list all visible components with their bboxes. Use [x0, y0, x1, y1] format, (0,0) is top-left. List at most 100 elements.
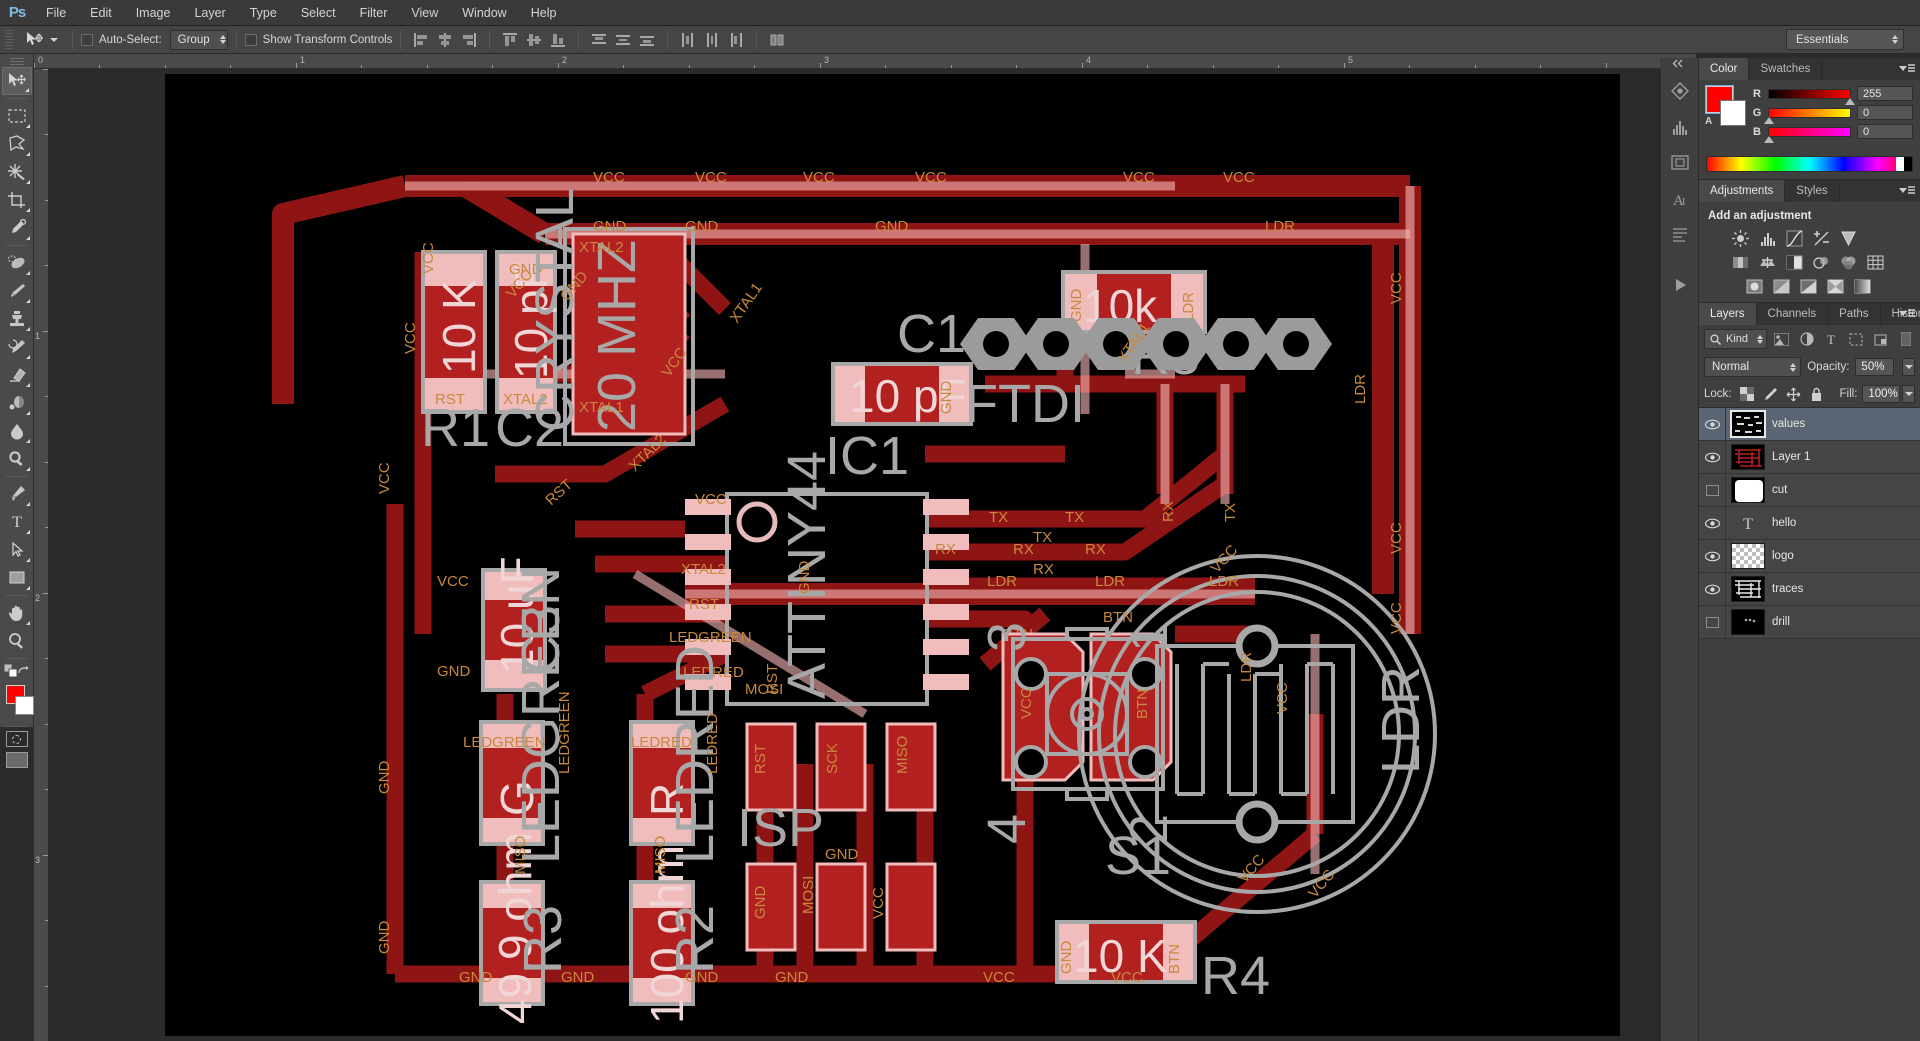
path-selection-tool[interactable] — [2, 536, 32, 564]
curves-icon[interactable] — [1784, 229, 1804, 247]
threshold-icon[interactable] — [1798, 277, 1818, 295]
eraser-tool[interactable] — [2, 361, 32, 389]
align-right-edges-icon[interactable] — [457, 29, 481, 51]
vibrance-icon[interactable] — [1838, 229, 1858, 247]
play-icon[interactable] — [1663, 271, 1697, 299]
layer-visibility-toggle-values[interactable] — [1699, 408, 1725, 441]
menu-item-file[interactable]: File — [34, 0, 78, 26]
hand-flyout-icon[interactable] — [26, 621, 30, 625]
align-left-edges-icon[interactable] — [409, 29, 433, 51]
color-panel-background[interactable] — [1720, 100, 1746, 126]
dodge-tool[interactable] — [2, 445, 32, 473]
quick-selection-flyout-icon[interactable] — [26, 180, 30, 184]
document-canvas[interactable]: .tr { stroke:#8f1414; stroke-width:17; f… — [49, 69, 1796, 1041]
layer-row-cut[interactable]: cut — [1699, 473, 1920, 507]
brush-flyout-icon[interactable] — [26, 299, 30, 303]
layer-visibility-toggle-hello[interactable] — [1699, 507, 1725, 540]
color-panel-swatches[interactable]: A — [1705, 85, 1748, 127]
brightness-contrast-icon[interactable] — [1730, 229, 1750, 247]
tab-paths[interactable]: Paths — [1828, 303, 1881, 325]
tab-styles[interactable]: Styles — [1785, 180, 1840, 202]
menu-item-edit[interactable]: Edit — [78, 0, 124, 26]
lasso-flyout-icon[interactable] — [26, 152, 30, 156]
posterize-icon[interactable] — [1771, 277, 1791, 295]
tab-layers[interactable]: Layers — [1699, 303, 1757, 325]
blur-tool[interactable] — [2, 417, 32, 445]
horizontal-type-tool[interactable]: T — [2, 508, 32, 536]
channel-b-slider[interactable] — [1764, 126, 1851, 143]
channel-r-value[interactable]: 255 — [1857, 86, 1913, 101]
layer-visibility-toggle-cut[interactable] — [1699, 474, 1725, 507]
blend-mode-dropdown[interactable]: Normal — [1704, 357, 1802, 377]
tools-panel-grip[interactable] — [0, 58, 33, 67]
channel-g-slider[interactable] — [1764, 107, 1851, 124]
blur-flyout-icon[interactable] — [26, 439, 30, 443]
character-icon[interactable]: AI — [1663, 185, 1697, 213]
brush-tool[interactable] — [2, 277, 32, 305]
filter-smartobject-icon[interactable] — [1872, 329, 1891, 349]
rectangle-tool[interactable] — [2, 564, 32, 592]
tab-adjustments[interactable]: Adjustments — [1699, 180, 1786, 202]
fill-value[interactable]: 100% — [1862, 385, 1901, 403]
dock-collapse-button[interactable] — [1660, 58, 1698, 69]
type-flyout-icon[interactable] — [26, 530, 30, 534]
opacity-value[interactable]: 50% — [1855, 358, 1895, 376]
spot-healing-brush-tool[interactable] — [2, 249, 32, 277]
layer-visibility-toggle-layer1[interactable] — [1699, 441, 1725, 474]
fill-chevron-down-icon[interactable] — [1902, 385, 1915, 403]
active-tool-preset[interactable] — [15, 30, 64, 50]
lasso-tool[interactable] — [2, 130, 32, 158]
histogram-icon[interactable] — [1663, 113, 1697, 141]
pen-flyout-icon[interactable] — [26, 502, 30, 506]
hue-saturation-icon[interactable] — [1730, 253, 1750, 271]
distribute-right-edges-icon[interactable] — [724, 29, 748, 51]
adjustments-panel-menu-icon[interactable] — [1899, 185, 1915, 203]
zoom-tool[interactable] — [2, 627, 32, 655]
menu-item-view[interactable]: View — [399, 0, 450, 26]
path-selection-flyout-icon[interactable] — [26, 558, 30, 562]
tool-preset-chevron-down-icon[interactable] — [50, 37, 58, 42]
background-color-swatch[interactable] — [15, 696, 34, 715]
options-bar-grip[interactable] — [3, 29, 15, 50]
default-colors-icon[interactable] — [3, 663, 18, 679]
layer-filter-kind-dropdown[interactable]: Kind — [1704, 329, 1767, 349]
crop-flyout-icon[interactable] — [26, 208, 30, 212]
channel-r-slider[interactable] — [1768, 88, 1855, 105]
photo-filter-icon[interactable] — [1811, 253, 1831, 271]
distribute-horizontal-centers-icon[interactable] — [700, 29, 724, 51]
distribute-left-edges-icon[interactable] — [676, 29, 700, 51]
auto-select-checkbox[interactable] — [81, 33, 93, 46]
menu-item-window[interactable]: Window — [450, 0, 518, 26]
layer-row-drill[interactable]: drill — [1699, 605, 1920, 639]
eraser-flyout-icon[interactable] — [26, 383, 30, 387]
color-balance-icon[interactable] — [1757, 253, 1777, 271]
layer-visibility-toggle-traces[interactable] — [1699, 573, 1725, 606]
align-vertical-centers-icon[interactable] — [522, 29, 546, 51]
layer-row-traces[interactable]: traces — [1699, 572, 1920, 606]
lock-transparent-pixels-icon[interactable] — [1740, 387, 1755, 402]
horizontal-ruler[interactable]: 0 1 2 3 4 5 — [34, 54, 1696, 69]
screen-mode-icon[interactable] — [5, 752, 28, 768]
paragraph-icon[interactable] — [1663, 221, 1697, 249]
channel-b-value[interactable]: 0 — [1857, 124, 1913, 139]
clone-flyout-icon[interactable] — [26, 327, 30, 331]
menu-item-select[interactable]: Select — [289, 0, 348, 26]
hand-tool[interactable] — [2, 599, 32, 627]
vertical-ruler[interactable]: 1 2 3 — [34, 69, 49, 1041]
align-bottom-edges-icon[interactable] — [546, 29, 570, 51]
opacity-chevron-down-icon[interactable] — [1902, 358, 1915, 376]
mini-bridge-icon[interactable] — [1663, 77, 1697, 105]
layers-panel-menu-icon[interactable] — [1899, 308, 1915, 326]
navigator-icon[interactable] — [1663, 149, 1697, 177]
filter-type-icon[interactable]: T — [1822, 329, 1841, 349]
gradient-map-icon[interactable] — [1825, 277, 1845, 295]
lock-position-icon[interactable] — [1786, 387, 1801, 402]
align-horizontal-centers-icon[interactable] — [433, 29, 457, 51]
layer-visibility-toggle-drill[interactable] — [1699, 606, 1725, 639]
menu-item-layer[interactable]: Layer — [182, 0, 237, 26]
black-white-icon[interactable] — [1784, 253, 1804, 271]
eyedropper-tool[interactable] — [2, 214, 32, 242]
color-channel-g[interactable]: G 0 — [1752, 105, 1913, 124]
history-brush-flyout-icon[interactable] — [26, 355, 30, 359]
layer-filter-toggle[interactable] — [1896, 329, 1915, 349]
